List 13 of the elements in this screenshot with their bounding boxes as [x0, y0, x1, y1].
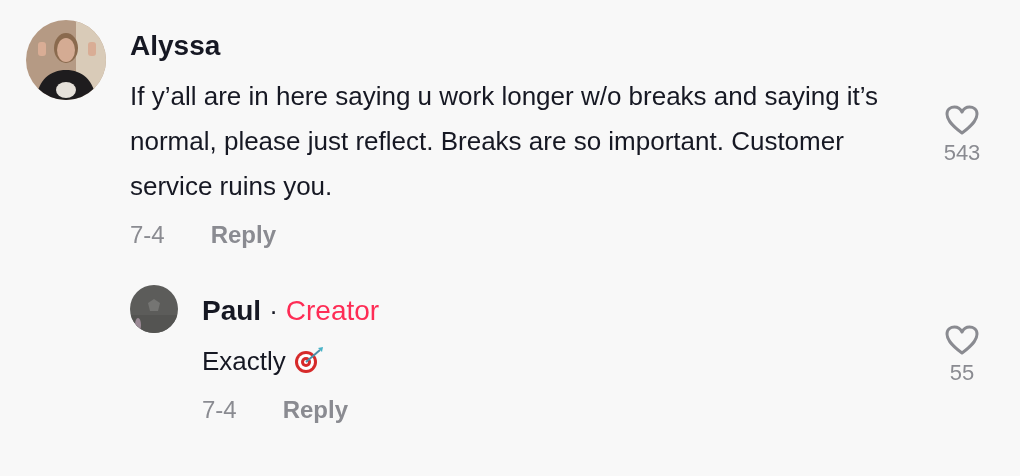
like-count: 543	[943, 139, 981, 166]
heart-icon[interactable]	[944, 103, 980, 136]
separator: ·	[269, 296, 278, 327]
heart-icon[interactable]	[944, 323, 980, 356]
author-name[interactable]: Alyssa	[130, 28, 221, 64]
comment-text: Exactly	[202, 345, 286, 378]
creator-label: Creator	[285, 295, 380, 327]
author-name[interactable]: Paul	[202, 293, 262, 329]
dart-target-icon	[293, 345, 324, 374]
comment-text: If y’all are in here saying u work longer w/o breaks and saying it’s normal, please just reflect. Breaks are so important. Customer service ruins you.	[130, 80, 880, 203]
comment-date: 7-4	[202, 396, 237, 424]
like-count: 55	[949, 359, 975, 386]
comment-date: 7-4	[130, 221, 165, 249]
